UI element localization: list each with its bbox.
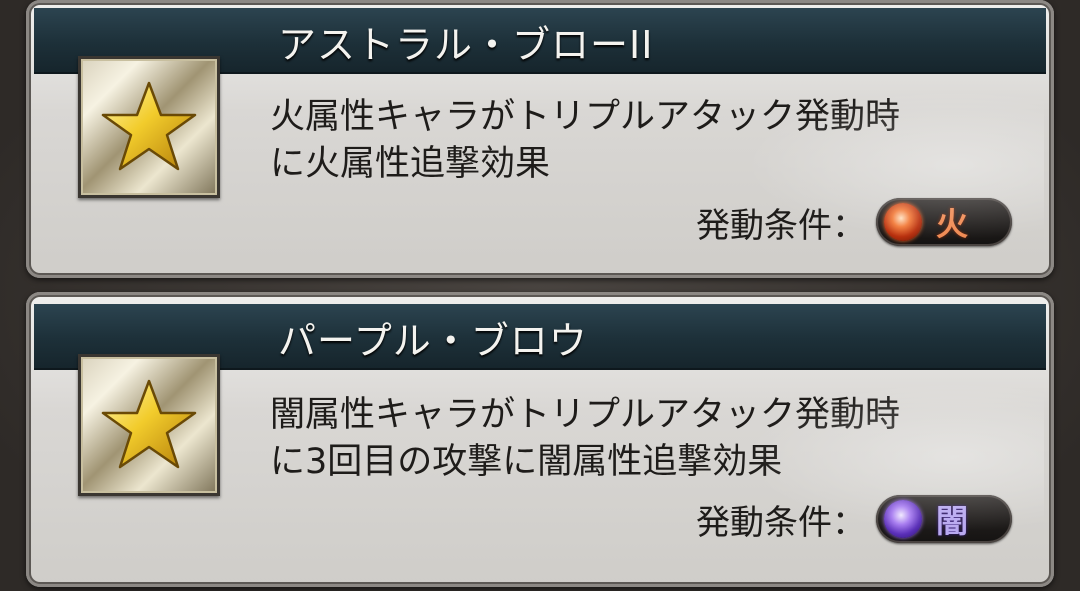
skill-icon-frame xyxy=(78,56,220,198)
gold-star-icon xyxy=(101,81,197,171)
fire-element-icon xyxy=(884,203,922,241)
skill-description-line: 闇属性キャラがトリプルアタック発動時 xyxy=(270,395,901,435)
condition-label: 発動条件： xyxy=(696,205,866,246)
skill-name: アストラル・ブローII xyxy=(278,23,654,67)
skill-description-line: に火属性追撃効果 xyxy=(270,144,551,184)
skill-description: 火属性キャラがトリプルアタック発動時 に火属性追撃効果 xyxy=(270,94,1030,188)
element-badge-fire: 火 xyxy=(876,198,1012,246)
skill-card[interactable]: アストラル・ブローII 火属性キャラがトリプルアタック発動時 に火属性追撃効果 … xyxy=(26,0,1054,278)
element-name: 火 xyxy=(936,205,969,243)
dark-element-icon xyxy=(884,500,922,538)
skill-icon-frame xyxy=(78,354,220,496)
element-name: 闇 xyxy=(936,502,969,540)
skill-description-line: に3回目の攻撃に闇属性追撃効果 xyxy=(270,442,783,482)
skill-name: パープル・ブロウ xyxy=(278,319,588,363)
condition-label: 発動条件： xyxy=(696,502,866,543)
element-badge-dark: 闇 xyxy=(876,495,1012,543)
skill-description-line: 火属性キャラがトリプルアタック発動時 xyxy=(270,97,901,137)
activation-condition: 発動条件： 闇 xyxy=(696,494,1012,544)
activation-condition: 発動条件： 火 xyxy=(696,197,1012,247)
skill-card[interactable]: パープル・ブロウ 闇属性キャラがトリプルアタック発動時 に3回目の攻撃に闇属性追… xyxy=(26,292,1054,587)
gold-star-icon xyxy=(101,379,197,469)
skill-description: 闇属性キャラがトリプルアタック発動時 に3回目の攻撃に闇属性追撃効果 xyxy=(270,392,1030,486)
